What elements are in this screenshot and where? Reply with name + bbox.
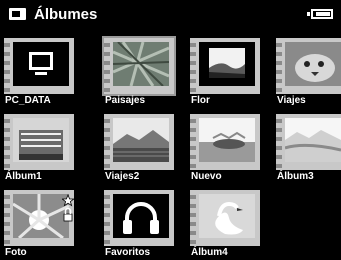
album-label: Álbum1 [5,171,42,182]
album-label: Álbum4 [191,247,228,258]
lake-photo [199,118,255,162]
album-label: Nuevo [191,171,222,182]
album-tile-album1[interactable]: Álbum1 [0,110,80,184]
album-icon [9,8,26,20]
building-photo [13,118,69,162]
headphones-icon [113,194,169,238]
album-label: Viajes [277,95,306,106]
computer-icon [13,42,69,86]
album-tile-foto[interactable]: Foto [0,186,80,260]
swan-photo [199,194,255,238]
snow-photo [285,118,341,162]
sunburst-photo [13,194,69,238]
album-label: Foto [5,247,27,258]
album-tile-pc-data[interactable]: PC_DATA [0,34,80,108]
star-icon [61,193,75,207]
album-tile-album3[interactable]: Álbum3 [272,110,341,184]
album-grid: PC_DATA Paisajes Flor Viajes Álbum1 Viaj… [0,34,341,258]
album-label: Favoritos [105,247,151,258]
album-tile-album4[interactable]: Álbum4 [186,186,266,260]
album-tile-viajes2[interactable]: Viajes2 [100,110,180,184]
album-tile-paisajes[interactable]: Paisajes [100,34,180,108]
album-tile-viajes[interactable]: Viajes [272,34,341,108]
landscape-photo [199,42,255,86]
lock-icon [63,207,73,222]
album-tile-flor[interactable]: Flor [186,34,266,108]
album-tile-nuevo[interactable]: Nuevo [186,110,266,184]
nature-photo [113,42,169,86]
album-label: Álbum3 [277,171,314,182]
album-label: Flor [191,95,210,106]
album-label: Viajes2 [105,171,140,182]
album-tile-favoritos[interactable]: Favoritos [100,186,180,260]
album-label: Paisajes [105,95,146,106]
page-title: Álbumes [34,6,98,23]
animal-photo [285,42,341,86]
album-badges [61,193,75,229]
album-label: PC_DATA [5,95,51,106]
battery-icon [307,9,333,19]
mountain-photo [113,118,169,162]
header-bar: Álbumes [0,0,341,30]
